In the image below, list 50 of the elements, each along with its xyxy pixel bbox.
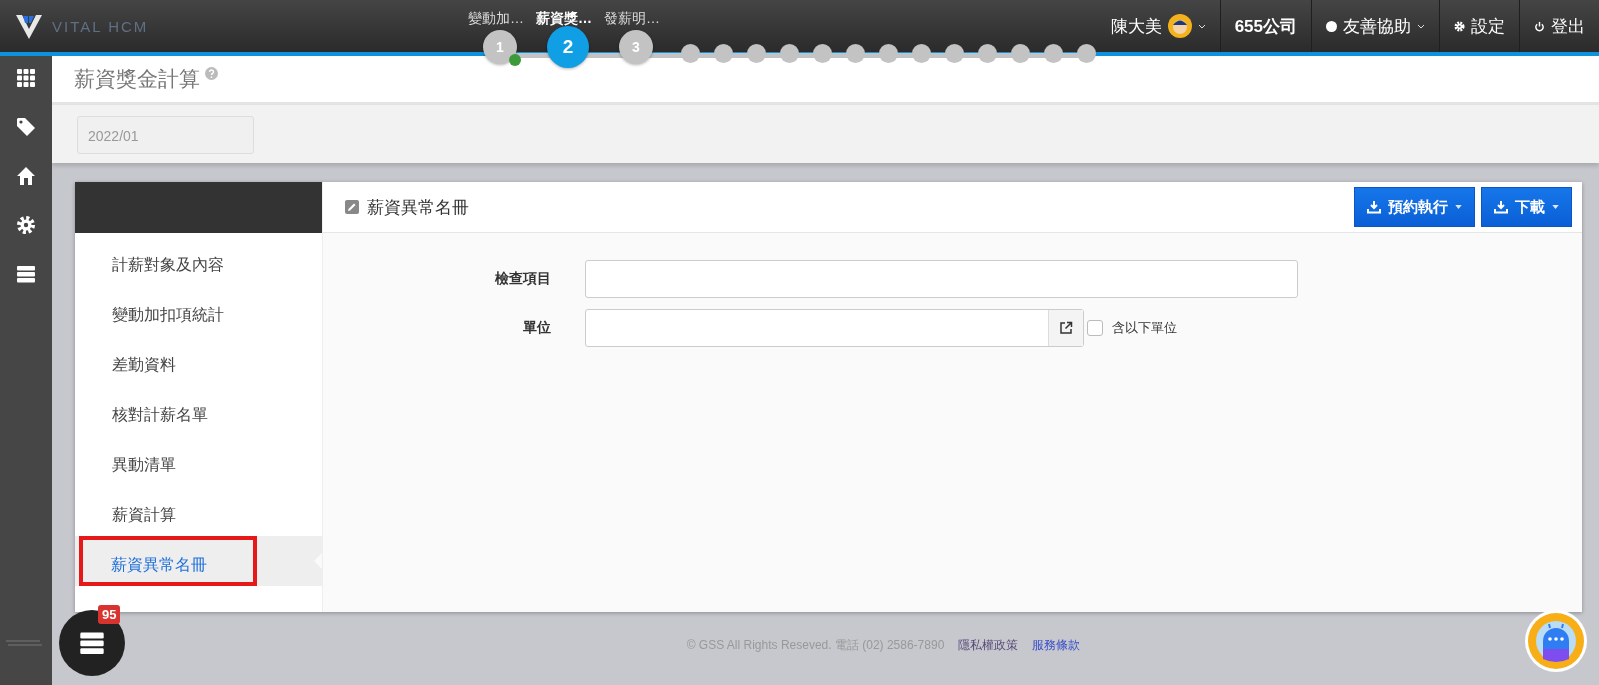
unit-picker-field[interactable] [585, 309, 1084, 347]
help-menu[interactable]: 友善協助 [1343, 14, 1411, 38]
caret-icon [1552, 205, 1559, 209]
field-label: 檢查項目 [494, 270, 552, 288]
step-label: 發薪明… [604, 10, 660, 28]
grid-icon[interactable] [16, 68, 36, 88]
open-external-button[interactable] [1048, 310, 1083, 346]
checkbox-label: 含以下單位 [1112, 319, 1177, 337]
edit-icon [345, 200, 359, 214]
checkbox[interactable] [1087, 320, 1103, 336]
logout-link[interactable]: 登出 [1551, 14, 1585, 38]
panel-title: 薪資異常名冊 [367, 196, 469, 219]
nav-item[interactable]: 薪資計算 [75, 486, 322, 536]
power-icon [1534, 20, 1545, 32]
nav-item[interactable]: 變動加扣項統計 [75, 286, 322, 336]
home-icon[interactable] [16, 166, 36, 186]
server-stack-icon[interactable] [16, 264, 36, 284]
caret-icon [1197, 23, 1206, 29]
company-name[interactable]: 655公司 [1234, 14, 1297, 38]
nav-item[interactable]: 計薪對象及內容 [75, 236, 322, 286]
done-dot-icon [509, 54, 521, 66]
user-name[interactable]: 陳大美 [1110, 14, 1162, 38]
nav-item[interactable]: 核對計薪名單 [75, 386, 322, 436]
nav-item[interactable]: 差勤資料 [75, 336, 322, 386]
step-label: 變動加… [468, 10, 524, 28]
notification-badge: 95 [98, 605, 121, 624]
settings-icon[interactable] [16, 215, 36, 235]
download-icon [1367, 200, 1381, 214]
step-label: 薪資獎… [536, 10, 592, 28]
nav-item[interactable]: 異動清單 [75, 436, 322, 486]
input-field[interactable] [585, 260, 1298, 298]
tag-icon[interactable] [16, 117, 36, 137]
field-label: 單位 [522, 319, 552, 337]
server-stack-icon [79, 630, 105, 656]
caret-icon [1455, 205, 1462, 209]
nav-item[interactable]: 薪資異常名冊 [79, 536, 257, 586]
download-button[interactable]: 預約執行 [1354, 187, 1475, 227]
download-button[interactable]: 下載 [1481, 187, 1572, 227]
caret-icon [1417, 23, 1425, 29]
page-title: 薪資獎金計算 [74, 66, 200, 92]
download-icon [1494, 200, 1508, 214]
open-external-icon [1059, 321, 1073, 335]
brand-name: VITAL HCM [52, 17, 149, 35]
settings-link[interactable]: 設定 [1471, 14, 1505, 38]
footer-link[interactable]: 服務條款 [1032, 637, 1081, 654]
footer-link[interactable]: 隱私權政策 [958, 637, 1019, 654]
chatbot-robot-icon[interactable] [1524, 609, 1588, 673]
avatar-icon[interactable] [1167, 14, 1192, 38]
company-logo-icon [6, 639, 42, 647]
settings-icon [1454, 20, 1465, 32]
